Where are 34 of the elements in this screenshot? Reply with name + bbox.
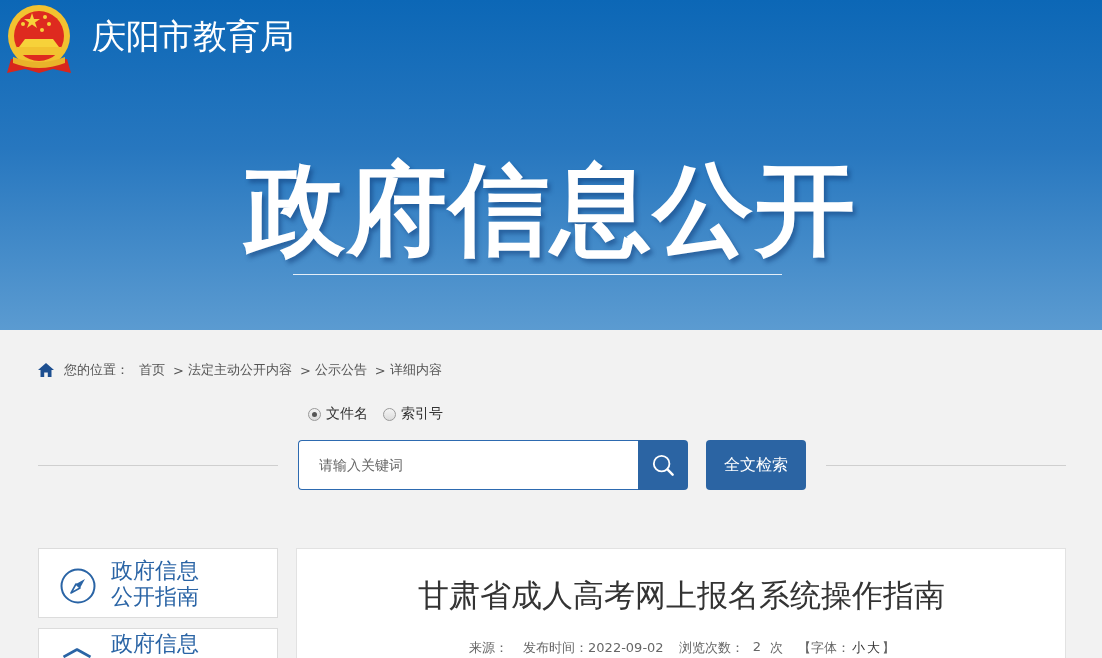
radio-button[interactable]	[383, 407, 396, 421]
breadcrumb-separator: >	[374, 362, 386, 378]
article-title: 甘肃省成人高考网上报名系统操作指南	[417, 576, 945, 615]
emblem-logo	[5, 3, 73, 75]
font-size-bracket: 】	[881, 639, 895, 657]
radio-button[interactable]	[308, 407, 321, 421]
breadcrumb-separator: >	[173, 362, 184, 378]
compass-icon	[60, 568, 96, 604]
site-title: 庆阳市教育局	[92, 17, 293, 57]
publish-date: 发布时间：2022-09-02	[523, 639, 664, 657]
breadcrumb-link[interactable]: 详细内容	[389, 361, 442, 379]
breadcrumb-link[interactable]: 法定主动公开内容	[187, 361, 292, 379]
home-icon	[38, 363, 54, 377]
breadcrumb-separator: >	[299, 362, 311, 378]
breadcrumb-link[interactable]: 首页	[139, 361, 165, 379]
font-size-link[interactable]: 大	[866, 639, 880, 657]
sidebar-link[interactable]: 政府信息公开指南	[111, 558, 204, 610]
banner-title: 政府信息公开	[245, 157, 857, 262]
source-label: 来源：	[469, 639, 509, 657]
font-size-label: 【字体：	[797, 639, 850, 657]
sidebar-link[interactable]: 政府信息	[111, 631, 204, 657]
views-unit: 次	[769, 639, 783, 657]
views-label: 浏览次数：	[678, 639, 744, 657]
chevron-icon	[62, 648, 92, 658]
radio-label: 文件名	[326, 405, 368, 423]
search-button[interactable]	[638, 440, 688, 490]
views-count: 2	[752, 639, 761, 656]
radio-label: 索引号	[401, 405, 443, 423]
search-field[interactable]: 请输入关键词	[298, 440, 638, 490]
breadcrumb-link[interactable]: 公示公告	[314, 361, 367, 379]
fulltext-search-button[interactable]: 全文检索	[706, 440, 806, 490]
location-label: 您的位置：	[64, 361, 129, 379]
font-size-link[interactable]: 小	[851, 639, 865, 657]
search-icon	[652, 454, 674, 476]
